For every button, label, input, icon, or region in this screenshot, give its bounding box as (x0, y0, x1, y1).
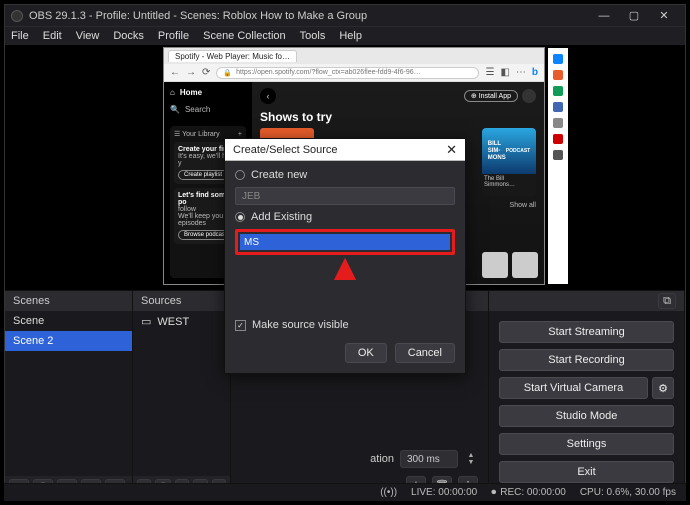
create-select-source-dialog: Create/Select Source ✕ Create new JEB Ad… (224, 138, 466, 374)
sources-dock: Sources ▭ WEST + 🗑 ⚙ ˄ ˅ (133, 291, 231, 500)
dialog-close-button[interactable]: ✕ (446, 142, 457, 158)
profile-avatar[interactable] (522, 89, 536, 103)
ok-button[interactable]: OK (345, 343, 387, 363)
edge-feed-sidebar (548, 48, 568, 284)
sources-list[interactable]: ▭ WEST (133, 311, 230, 476)
menu-docks[interactable]: Docks (113, 30, 144, 42)
start-virtual-camera-button[interactable]: Start Virtual Camera (499, 377, 648, 399)
studio-mode-button[interactable]: Studio Mode (499, 405, 674, 427)
ext-icon[interactable]: ⋯ (516, 67, 526, 78)
transition-duration-row: ation 300 ms ▲▼ (370, 450, 478, 468)
new-source-name-input[interactable]: JEB (235, 187, 455, 205)
feed-icon[interactable] (553, 70, 563, 80)
radio-off-icon (235, 170, 245, 180)
status-bar: ((•)) LIVE: 00:00:00 ⏺ REC: 00:00:00 CPU… (4, 483, 686, 501)
ext-icon[interactable]: ☰ (485, 67, 494, 78)
scenes-dock: Scenes Scene Scene 2 + 🗑 ◧ ˄ ˅ (5, 291, 133, 500)
duration-label: ation (370, 453, 394, 465)
menu-help[interactable]: Help (339, 30, 362, 42)
feed-icon[interactable] (553, 118, 563, 128)
rec-status: ⏺ REC: 00:00:00 (491, 487, 566, 498)
install-app-button[interactable]: ⊕ Install App (464, 90, 518, 102)
library-add-icon[interactable]: + (238, 131, 242, 138)
feed-icon[interactable] (553, 54, 563, 64)
menubar: File Edit View Docks Profile Scene Colle… (5, 27, 685, 45)
show-tile[interactable]: BILLSIM-MONSPODCAST The Bill Simmons… (482, 128, 536, 196)
make-visible-label: Make source visible (252, 319, 349, 331)
obs-logo-icon (11, 10, 23, 22)
close-button[interactable]: ✕ (649, 7, 679, 25)
home-icon: ⌂ (170, 88, 175, 97)
controls-header: ⧉ (489, 291, 684, 311)
feed-icon[interactable] (553, 86, 563, 96)
scene-item[interactable]: Scene (5, 311, 132, 331)
nav-fwd-icon[interactable]: → (186, 67, 196, 78)
cancel-button[interactable]: Cancel (395, 343, 455, 363)
sources-header: Sources (133, 291, 230, 311)
bing-icon[interactable]: b (532, 67, 538, 78)
show-all-link[interactable]: Show all (510, 202, 536, 209)
library-label[interactable]: ☰ Your Library (174, 130, 220, 138)
cpu-status: CPU: 0.6%, 30.00 fps (580, 487, 676, 498)
exit-button[interactable]: Exit (499, 461, 674, 483)
shows-heading: Shows to try (260, 110, 536, 124)
signal-icon: ((•)) (380, 487, 397, 498)
menu-tools[interactable]: Tools (300, 30, 326, 42)
thumbnail[interactable] (482, 252, 508, 278)
create-new-radio[interactable]: Create new (235, 169, 455, 181)
dialog-titlebar: Create/Select Source ✕ (225, 139, 465, 161)
radio-on-icon (235, 212, 245, 222)
spotify-back-icon[interactable]: ‹ (260, 88, 276, 104)
nav-reload-icon[interactable]: ⟳ (202, 67, 210, 78)
scenes-list[interactable]: Scene Scene 2 (5, 311, 132, 476)
browser-toolbar: ← → ⟳ 🔒https://open.spotify.com/?flow_ct… (164, 64, 544, 82)
start-streaming-button[interactable]: Start Streaming (499, 321, 674, 343)
make-visible-checkbox[interactable]: ✓ Make source visible (235, 319, 455, 331)
duration-spinner[interactable]: ▲▼ (464, 452, 478, 466)
scenes-header: Scenes (5, 291, 132, 311)
maximize-button[interactable]: ▢ (619, 7, 649, 25)
browser-tabstrip: Spotify - Web Player: Music fo… (164, 48, 544, 64)
minimize-button[interactable]: — (589, 7, 619, 25)
spotify-home[interactable]: ⌂Home (170, 88, 246, 97)
search-icon: 🔍 (170, 105, 180, 114)
virtual-camera-settings-button[interactable]: ⚙ (652, 377, 674, 399)
menu-view[interactable]: View (76, 30, 100, 42)
menu-file[interactable]: File (11, 30, 29, 42)
add-existing-radio[interactable]: Add Existing (235, 211, 455, 223)
create-new-label: Create new (251, 169, 307, 181)
dock-popout-icon[interactable]: ⧉ (658, 293, 676, 309)
menu-profile[interactable]: Profile (158, 30, 189, 42)
source-item[interactable]: ▭ WEST (133, 311, 230, 332)
titlebar: OBS 29.1.3 - Profile: Untitled - Scenes:… (5, 5, 685, 27)
menu-edit[interactable]: Edit (43, 30, 62, 42)
feed-icon[interactable] (553, 134, 563, 144)
settings-button[interactable]: Settings (499, 433, 674, 455)
nav-back-icon[interactable]: ← (170, 67, 180, 78)
annotation-arrow-icon: ▲ (235, 257, 455, 279)
add-existing-label: Add Existing (251, 211, 312, 223)
window-title: OBS 29.1.3 - Profile: Untitled - Scenes:… (29, 10, 367, 22)
menu-scene-collection[interactable]: Scene Collection (203, 30, 286, 42)
feed-icon[interactable] (553, 102, 563, 112)
start-recording-button[interactable]: Start Recording (499, 349, 674, 371)
dialog-title: Create/Select Source (233, 144, 338, 156)
ext-icon[interactable]: ◧ (500, 67, 509, 78)
window-capture-icon: ▭ (141, 315, 151, 328)
duration-input[interactable]: 300 ms (400, 450, 458, 468)
browser-tab[interactable]: Spotify - Web Player: Music fo… (168, 50, 297, 62)
feed-icon[interactable] (553, 150, 563, 160)
url-bar[interactable]: 🔒https://open.spotify.com/?flow_ctx=ab02… (216, 67, 479, 79)
scene-item-selected[interactable]: Scene 2 (5, 331, 132, 351)
controls-dock: ⧉ Start Streaming Start Recording Start … (489, 291, 685, 500)
create-playlist-button[interactable]: Create playlist (178, 170, 228, 180)
checkbox-checked-icon: ✓ (235, 320, 246, 331)
live-status: LIVE: 00:00:00 (411, 487, 477, 498)
spotify-search[interactable]: 🔍Search (170, 105, 246, 114)
thumbnail[interactable] (512, 252, 538, 278)
